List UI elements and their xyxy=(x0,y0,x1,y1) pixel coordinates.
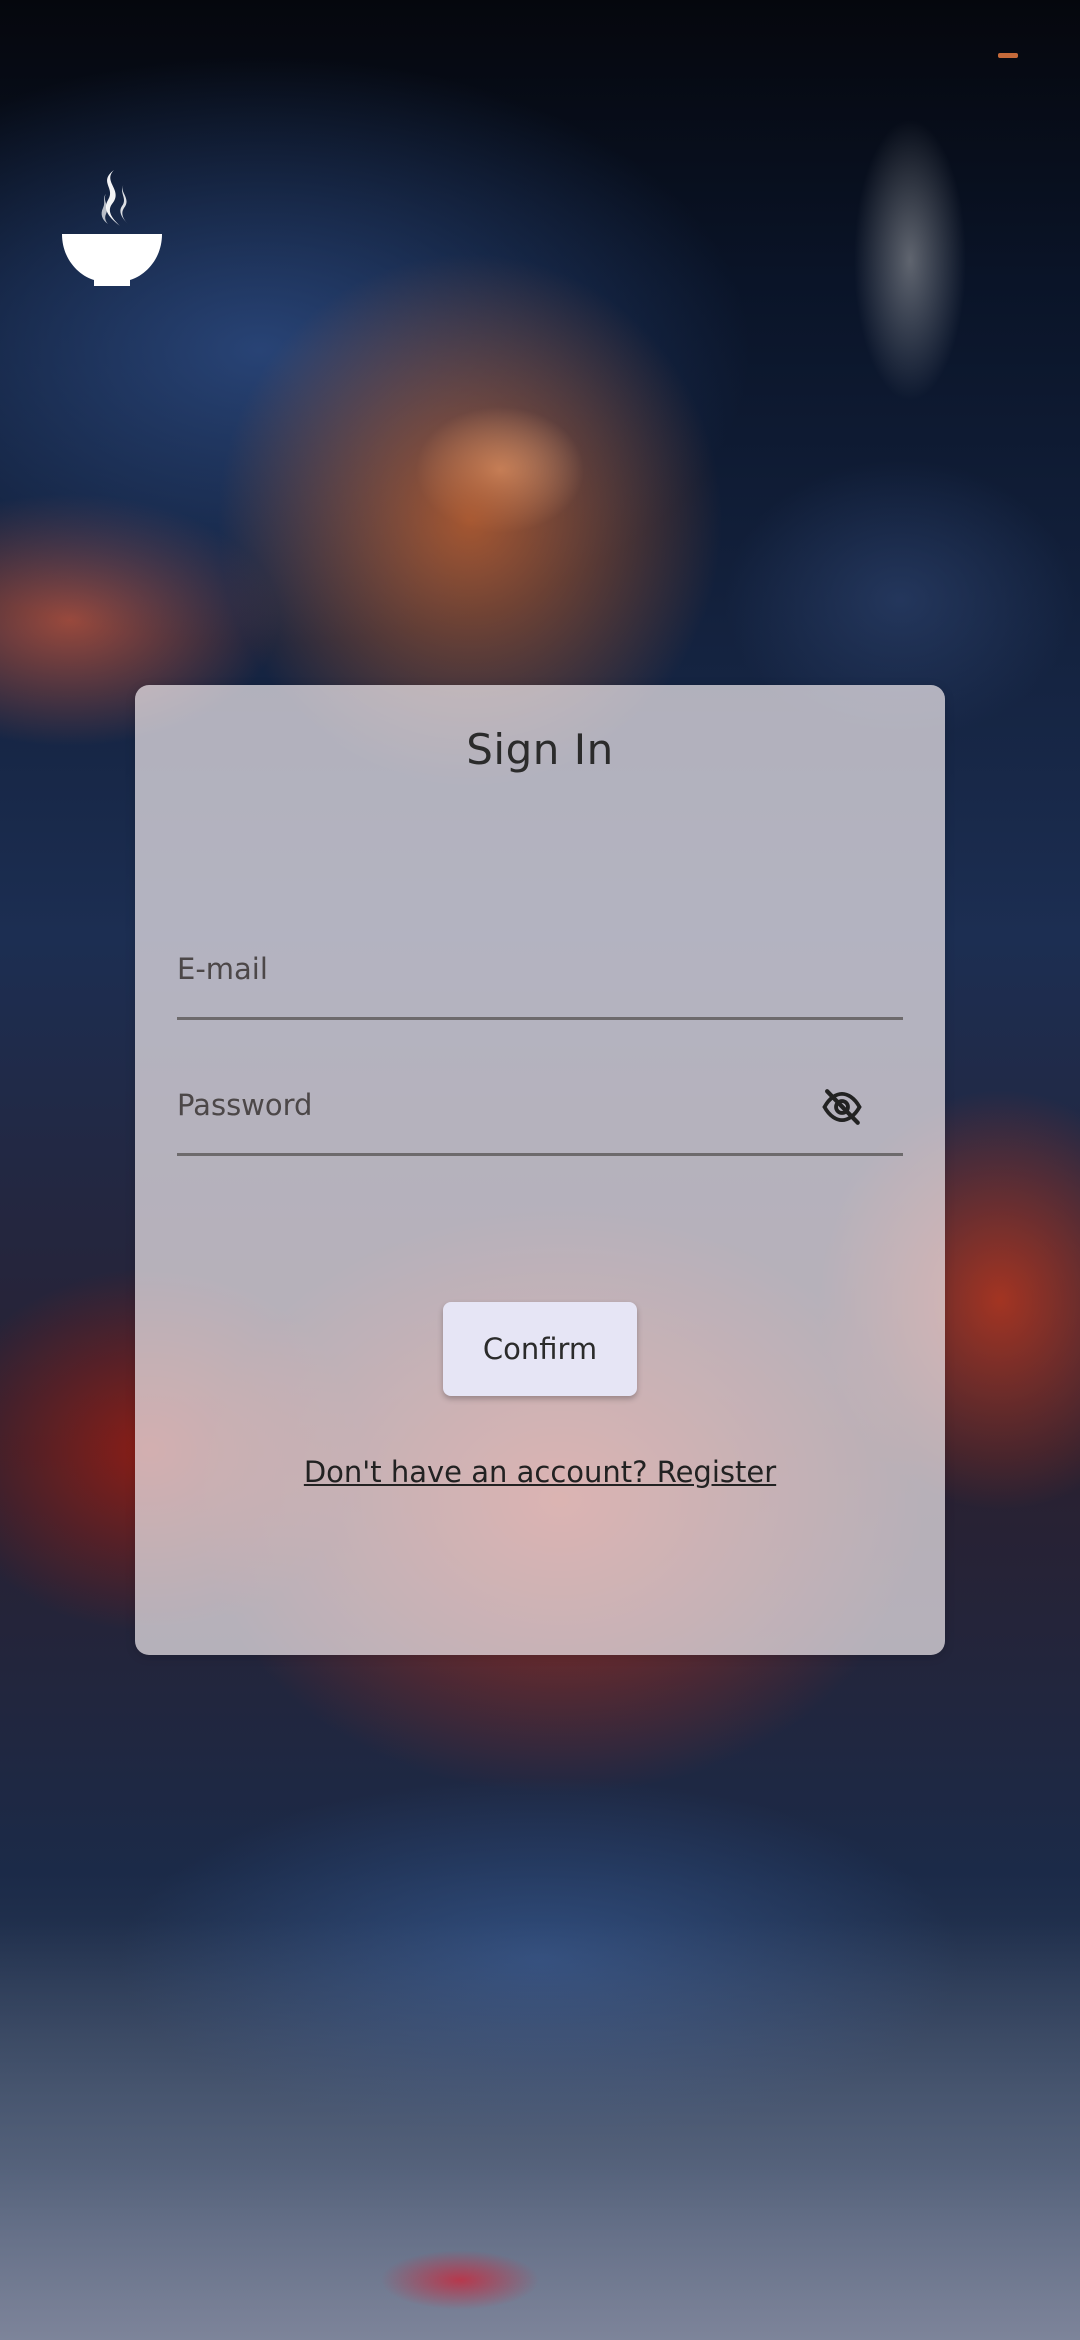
password-input[interactable] xyxy=(177,1056,903,1153)
background-haze xyxy=(0,1920,1080,2340)
app-logo xyxy=(62,168,162,292)
steaming-bowl-icon xyxy=(62,170,162,286)
email-field[interactable] xyxy=(177,920,903,1020)
sign-in-card: Sign In Confirm Don't have an account? R… xyxy=(135,685,945,1655)
confirm-button[interactable]: Confirm xyxy=(443,1302,637,1396)
background-detail xyxy=(380,2250,540,2310)
email-input[interactable] xyxy=(177,920,903,1017)
password-field[interactable] xyxy=(177,1056,903,1156)
register-link[interactable]: Don't have an account? Register xyxy=(135,1455,945,1489)
sign-in-title: Sign In xyxy=(466,725,614,774)
status-indicator xyxy=(998,53,1018,58)
eye-off-icon[interactable] xyxy=(821,1086,863,1128)
